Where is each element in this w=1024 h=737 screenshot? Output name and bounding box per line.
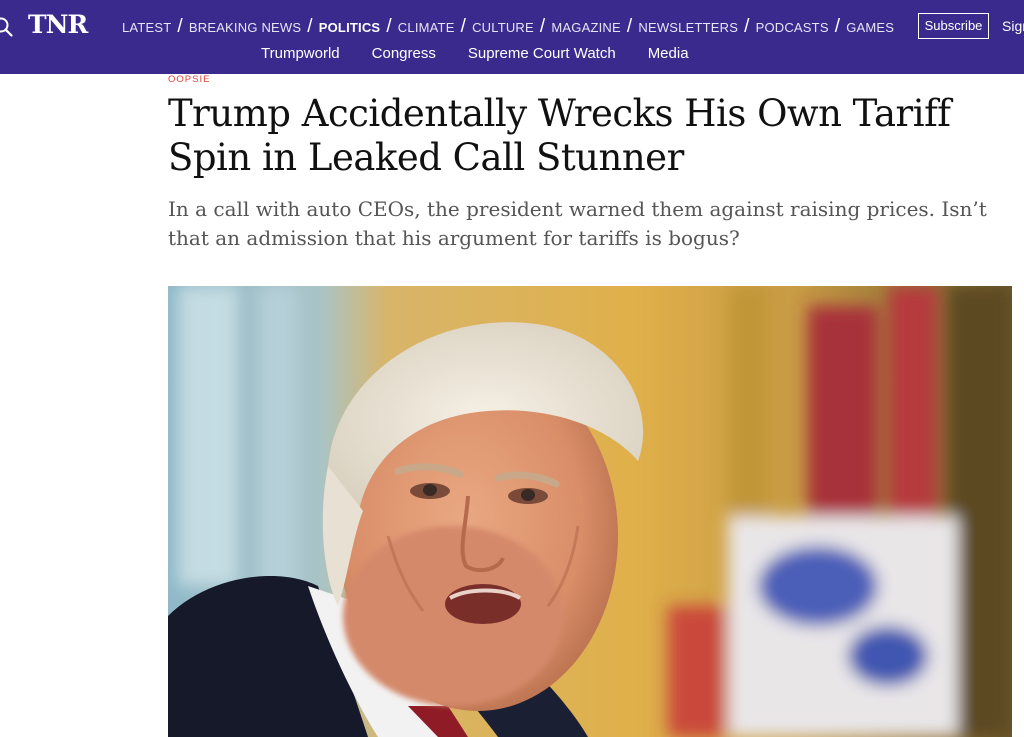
- nav-item-magazine[interactable]: MAGAZINE: [551, 20, 621, 35]
- nav-item-newsletters[interactable]: NEWSLETTERS: [638, 20, 738, 35]
- article-kicker[interactable]: OOPSIE: [168, 74, 210, 86]
- nav-item-politics[interactable]: POLITICS: [319, 20, 381, 35]
- subscribe-button[interactable]: Subscribe: [918, 13, 989, 39]
- nav-separator: /: [386, 16, 392, 37]
- nav-separator: /: [744, 16, 750, 37]
- subnav-item-congress[interactable]: Congress: [372, 45, 436, 62]
- subnav-item-supreme-court-watch[interactable]: Supreme Court Watch: [468, 45, 616, 62]
- nav-item-latest[interactable]: LATEST: [122, 20, 171, 35]
- nav-separator: /: [307, 16, 313, 37]
- site-logo[interactable]: TNR: [28, 10, 88, 40]
- nav-separator: /: [626, 16, 633, 37]
- nav-item-breaking-news[interactable]: BREAKING NEWS: [189, 20, 301, 35]
- nav-separator: /: [460, 16, 467, 37]
- hero-photo: [168, 286, 1012, 737]
- nav-separator: /: [177, 16, 183, 37]
- nav-item-climate[interactable]: CLIMATE: [398, 20, 455, 35]
- article-dek: In a call with auto CEOs, the president …: [168, 197, 987, 250]
- subnav-item-media[interactable]: Media: [648, 45, 689, 62]
- article-headline: Trump Accidentally Wrecks His Own Tariff…: [168, 92, 951, 179]
- nav-separator: /: [834, 16, 841, 37]
- subnav-item-trumpworld[interactable]: Trumpworld: [261, 45, 340, 62]
- primary-nav: LATEST / BREAKING NEWS / POLITICS / CLIM…: [122, 16, 894, 38]
- nav-separator: /: [539, 16, 546, 37]
- nav-item-culture[interactable]: CULTURE: [472, 20, 534, 35]
- nav-item-games[interactable]: GAMES: [846, 20, 894, 35]
- sign-in-link[interactable]: Sign: [1002, 13, 1024, 39]
- search-icon[interactable]: [0, 16, 14, 38]
- top-navigation-bar: TNR LATEST / BREAKING NEWS / POLITICS / …: [0, 0, 1024, 74]
- nav-item-podcasts[interactable]: PODCASTS: [756, 20, 829, 35]
- secondary-nav: Trumpworld Congress Supreme Court Watch …: [261, 45, 721, 62]
